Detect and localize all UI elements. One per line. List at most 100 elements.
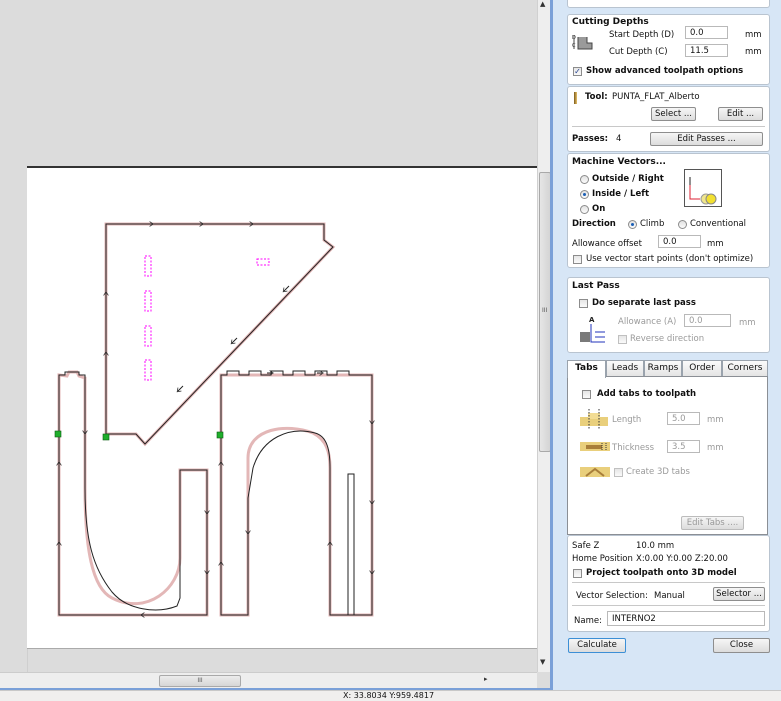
edit-tabs-button[interactable]: Edit Tabs .... (681, 516, 744, 530)
vertical-scrollbar[interactable]: ▲ III ▼ (537, 0, 551, 672)
vector-selection-value: Manual (654, 591, 685, 601)
unit-label: mm (745, 30, 762, 40)
tab-panel: Add tabs to toolpath Length 5.0 mm Thick… (567, 376, 768, 535)
climb-radio[interactable] (628, 220, 637, 229)
inside-left-label: Inside / Left (592, 189, 650, 199)
close-button[interactable]: Close (713, 638, 770, 653)
passes-label: Passes: (572, 134, 609, 144)
on-radio[interactable] (580, 205, 589, 214)
vector-selection-label: Vector Selection: (576, 591, 648, 601)
svg-text:A: A (589, 316, 595, 324)
tool-section: Tool: PUNTA_FLAT_Alberto Select ... Edit… (567, 86, 770, 152)
show-advanced-checkbox[interactable]: ✓ (573, 67, 582, 76)
outside-right-label: Outside / Right (592, 174, 664, 184)
toolpath-panel: Cutting Depths D C Start Depth (D) 0.0 m… (553, 0, 781, 690)
section-title: Machine Vectors... (572, 157, 666, 167)
svg-text:C: C (572, 43, 576, 49)
reverse-direction-checkbox[interactable] (618, 335, 627, 344)
create-3d-tabs-label: Create 3D tabs (626, 467, 690, 477)
tab-leads[interactable]: Leads (606, 360, 644, 376)
start-depth-input[interactable]: 0.0 (685, 26, 728, 39)
unit-label: mm (739, 318, 756, 328)
tool-label: Tool: (585, 92, 608, 102)
vector-shape-left[interactable] (58, 371, 208, 616)
tab-thickness-input[interactable]: 3.5 (667, 440, 700, 453)
passes-value: 4 (616, 134, 622, 144)
allowance-label: Allowance (A) (618, 317, 677, 327)
project-toolpath-label: Project toolpath onto 3D model (586, 568, 737, 578)
home-position-label: Home Position (572, 554, 633, 564)
tab-corners[interactable]: Corners (722, 360, 768, 376)
edit-tool-button[interactable]: Edit ... (718, 107, 763, 121)
horizontal-scroll-thumb[interactable]: III (159, 675, 241, 687)
safe-z-label: Safe Z (572, 541, 600, 551)
use-start-points-checkbox[interactable] (573, 255, 582, 264)
scroll-up-arrow-icon[interactable]: ▲ (540, 0, 545, 8)
inside-left-radio[interactable] (580, 190, 589, 199)
edit-passes-button[interactable]: Edit Passes ... (650, 132, 763, 146)
previous-section (567, 0, 770, 8)
tool-name: PUNTA_FLAT_Alberto (612, 92, 700, 102)
unit-label: mm (745, 47, 762, 57)
reverse-direction-label: Reverse direction (630, 334, 705, 344)
tab-ramps[interactable]: Ramps (644, 360, 682, 376)
thickness-label: Thickness (612, 443, 655, 453)
calculate-button[interactable]: Calculate (568, 638, 626, 653)
misc-section: Safe Z 10.0 mm Home Position X:0.00 Y:0.… (567, 535, 770, 632)
scroll-down-arrow-icon[interactable]: ▼ (540, 658, 545, 666)
drawing-sheet[interactable] (27, 166, 537, 649)
climb-label: Climb (640, 219, 665, 229)
tab-markers (144, 255, 270, 381)
horizontal-scrollbar[interactable]: III ▸ (0, 672, 537, 689)
use-start-points-label: Use vector start points (don't optimize) (586, 254, 754, 264)
scroll-right-arrow-icon[interactable]: ▸ (484, 675, 488, 683)
create-3d-tabs-checkbox[interactable] (614, 468, 623, 477)
selector-button[interactable]: Selector ... (713, 587, 765, 601)
last-pass-section: Last Pass Do separate last pass A Allowa… (567, 277, 770, 353)
name-label: Name: (574, 616, 602, 626)
start-point-marker[interactable] (54, 430, 62, 438)
unit-label: mm (707, 415, 724, 425)
vector-drawing[interactable] (27, 168, 537, 648)
tab-length-icon (580, 409, 608, 429)
tab-tabs[interactable]: Tabs (567, 360, 606, 378)
workspace: ▲ III ▼ III ▸ (0, 0, 555, 689)
divider (572, 605, 765, 606)
machine-vectors-section: Machine Vectors... Outside / Right Insid… (567, 153, 770, 268)
tool-icon (574, 92, 577, 104)
project-toolpath-checkbox[interactable] (573, 569, 582, 578)
conventional-label: Conventional (690, 219, 747, 229)
length-label: Length (612, 415, 642, 425)
direction-label: Direction (572, 219, 616, 229)
canvas-background (27, 0, 537, 166)
tab-order[interactable]: Order (682, 360, 722, 376)
cut-depth-input[interactable]: 11.5 (685, 44, 728, 57)
vector-shape-right[interactable] (220, 370, 373, 616)
start-depth-label: Start Depth (D) (609, 30, 675, 40)
conventional-radio[interactable] (678, 220, 687, 229)
separate-last-pass-checkbox[interactable] (579, 299, 588, 308)
unit-label: mm (707, 239, 724, 249)
scroll-grip: III (542, 307, 548, 314)
depth-diagram-icon: D C (572, 35, 593, 50)
start-point-marker[interactable] (216, 431, 224, 439)
last-pass-allowance-input[interactable]: 0.0 (684, 314, 731, 327)
add-tabs-label: Add tabs to toolpath (597, 389, 697, 399)
on-label: On (592, 204, 606, 214)
tab-length-input[interactable]: 5.0 (667, 412, 700, 425)
outside-right-radio[interactable] (580, 175, 589, 184)
svg-text:D: D (572, 35, 576, 41)
select-tool-button[interactable]: Select ... (651, 107, 696, 121)
add-tabs-checkbox[interactable] (582, 390, 591, 399)
3d-tab-icon (580, 467, 610, 477)
last-pass-diagram-icon: A (580, 316, 605, 343)
cutting-depths-section: Cutting Depths D C Start Depth (D) 0.0 m… (567, 14, 770, 85)
vector-slot[interactable] (347, 473, 355, 615)
allowance-offset-label: Allowance offset (572, 239, 642, 249)
start-point-marker[interactable] (102, 433, 110, 441)
divider (572, 582, 765, 583)
allowance-offset-input[interactable]: 0.0 (658, 235, 701, 248)
divider (572, 126, 765, 127)
cut-depth-label: Cut Depth (C) (609, 47, 668, 57)
toolpath-name-input[interactable]: INTERNO2 (607, 611, 765, 626)
